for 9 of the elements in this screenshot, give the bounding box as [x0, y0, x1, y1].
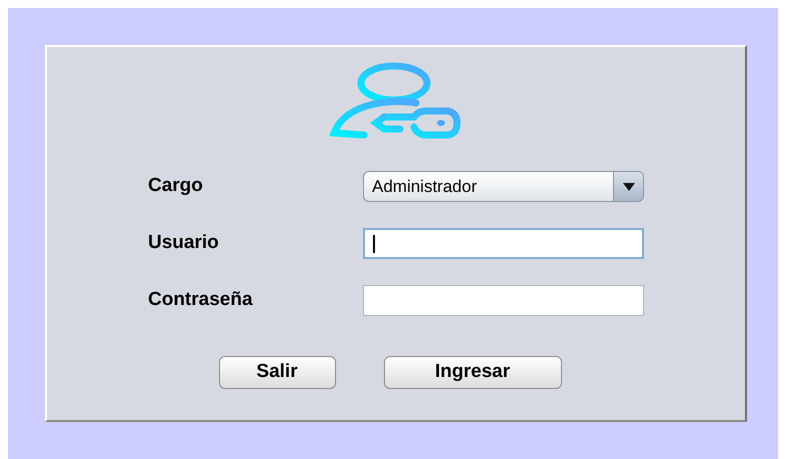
field-label: Contraseña — [148, 288, 254, 312]
login-button[interactable]: Ingresar — [384, 356, 562, 389]
dropdown-value: Administrador — [371, 176, 477, 198]
username-field[interactable] — [363, 228, 644, 259]
field-label: Cargo — [148, 174, 204, 198]
exit-button[interactable]: Salir — [218, 356, 336, 389]
role-dropdown[interactable]: Administrador — [363, 171, 644, 202]
password-field[interactable] — [363, 285, 644, 316]
field-label: Usuario — [148, 231, 220, 256]
